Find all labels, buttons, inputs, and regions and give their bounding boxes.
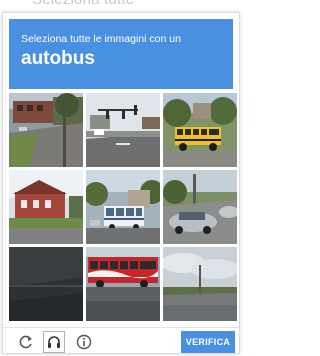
background-text: Seleziona tutte <box>32 0 134 8</box>
reload-button[interactable] <box>15 331 37 353</box>
image-tile-3[interactable] <box>163 93 237 167</box>
verify-button[interactable]: VERIFICA <box>181 331 235 353</box>
challenge-target-word: autobus <box>21 48 95 69</box>
tile-2-image <box>86 93 160 167</box>
audio-button[interactable] <box>43 331 65 353</box>
challenge-instruction: Seleziona tutte le immagini con un <box>21 33 181 45</box>
tile-5-image <box>86 170 160 244</box>
captcha-footer: VERIFICA <box>3 327 239 355</box>
captcha-dialog: Seleziona tutte le immagini con un autob… <box>2 12 240 354</box>
tile-7-image <box>9 247 83 321</box>
image-tile-1[interactable] <box>9 93 83 167</box>
headphones-icon <box>48 336 60 348</box>
tile-6-image <box>163 170 237 244</box>
info-button[interactable] <box>73 331 95 353</box>
background-page-strip: Seleziona tutte <box>0 0 242 12</box>
tile-3-image <box>163 93 237 167</box>
tile-9-image <box>163 247 237 321</box>
image-tile-2[interactable] <box>86 93 160 167</box>
image-tile-6[interactable] <box>163 170 237 244</box>
image-tile-5[interactable] <box>86 170 160 244</box>
captcha-page: Seleziona tutte Seleziona tutte le immag… <box>0 0 242 356</box>
tile-4-image <box>9 170 83 244</box>
challenge-header: Seleziona tutte le immagini con un autob… <box>9 19 233 89</box>
reload-icon <box>19 335 32 349</box>
image-tile-9[interactable] <box>163 247 237 321</box>
image-tile-7[interactable] <box>9 247 83 321</box>
tile-1-image <box>9 93 83 167</box>
info-icon <box>76 334 92 350</box>
image-grid <box>9 93 237 321</box>
tile-8-image <box>86 247 160 321</box>
image-tile-4[interactable] <box>9 170 83 244</box>
image-tile-8[interactable] <box>86 247 160 321</box>
